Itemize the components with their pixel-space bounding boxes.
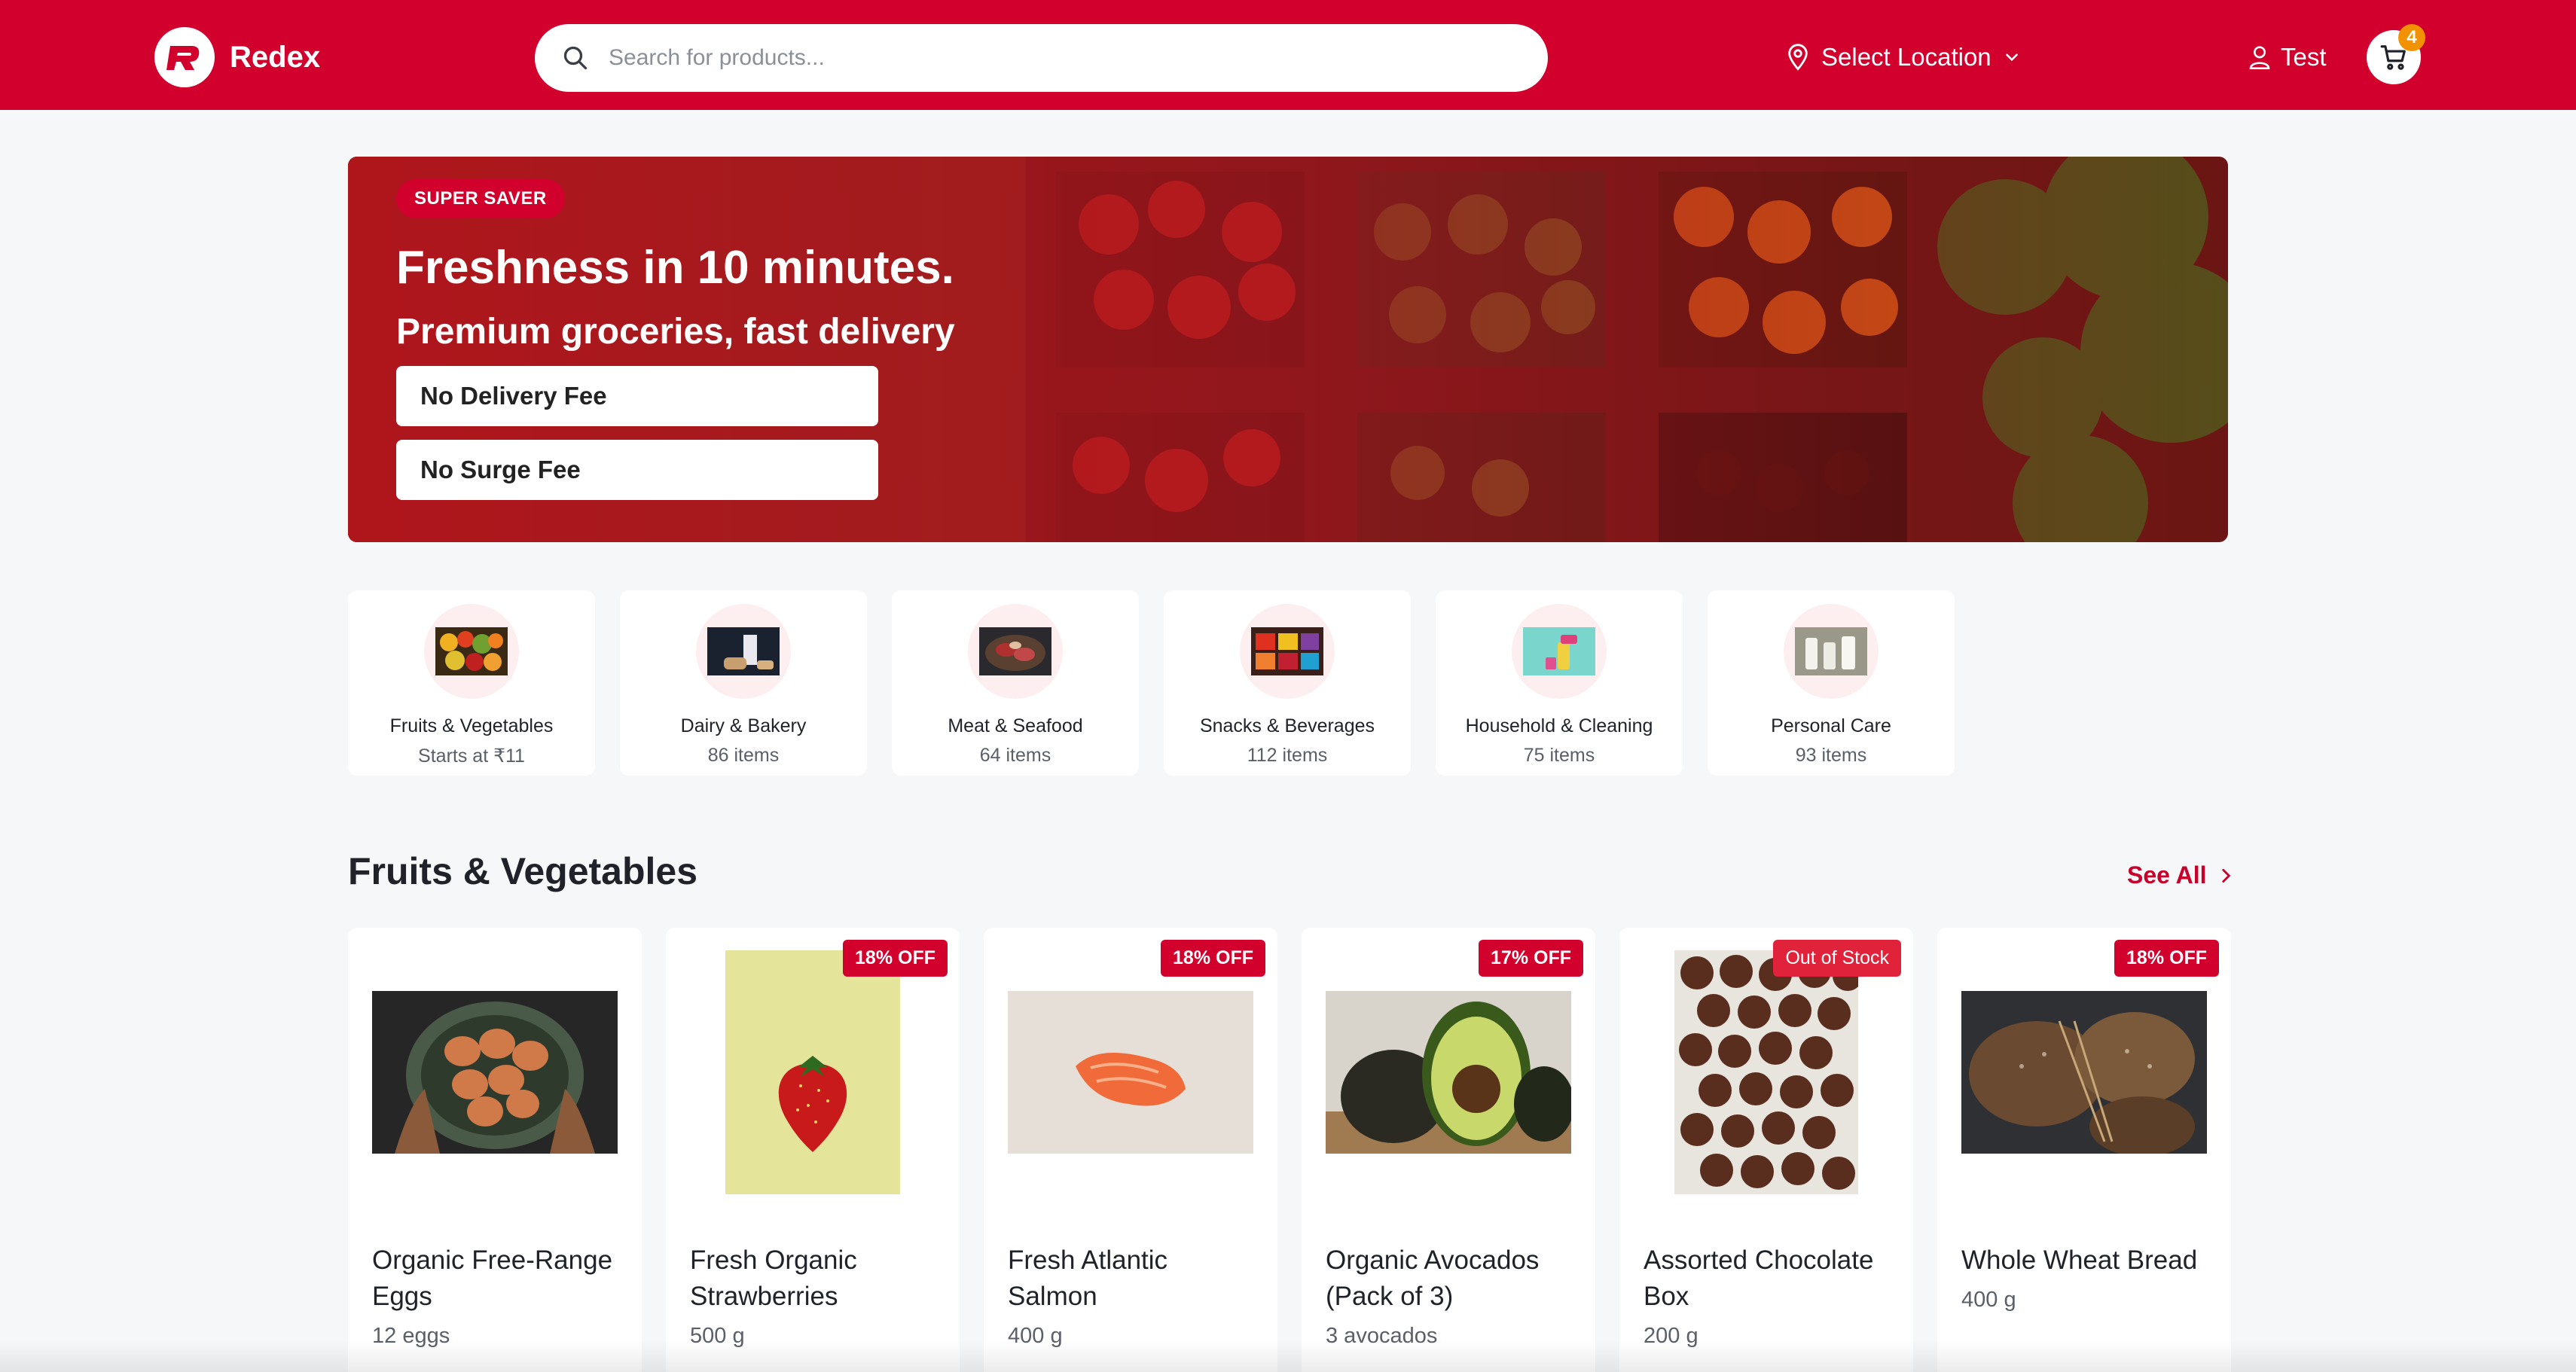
product-card[interactable]: Organic Free-Range Eggs 12 eggs	[348, 928, 642, 1372]
chocolate-box-image	[1674, 950, 1858, 1194]
product-card[interactable]: Out of Stock Assorted Chocolate Box 200 …	[1619, 928, 1913, 1372]
product-card[interactable]: 18% OFF Fresh Atlantic Salmon 400 g	[984, 928, 1277, 1372]
product-info: Fresh Organic Strawberries 500 g	[690, 1242, 939, 1351]
category-count: 93 items	[1795, 745, 1867, 766]
category-count: 64 items	[979, 745, 1051, 766]
category-snacks-beverages[interactable]: Snacks & Beverages 112 items	[1164, 590, 1411, 776]
category-count: Starts at ₹11	[418, 745, 525, 767]
product-card[interactable]: 17% OFF Organic Avocados (Pack of 3) 3 a…	[1302, 928, 1595, 1372]
product-info: Assorted Chocolate Box 200 g	[1644, 1242, 1892, 1351]
super-saver-tag: SUPER SAVER	[396, 179, 565, 218]
personal-care-image	[1784, 604, 1879, 699]
category-count: 112 items	[1247, 745, 1328, 766]
category-name: Snacks & Beverages	[1199, 715, 1375, 736]
household-cleaning-image	[1512, 604, 1607, 699]
brand-logo[interactable]: Redex	[154, 27, 320, 87]
see-all-label: See All	[2127, 861, 2207, 889]
product-list: Organic Free-Range Eggs 12 eggs 18% OFF …	[348, 928, 2231, 1372]
location-label: Select Location	[1821, 43, 1992, 71]
section-title: Fruits & Vegetables	[348, 850, 698, 892]
category-count: 86 items	[707, 745, 780, 766]
discount-badge: 18% OFF	[1161, 940, 1265, 977]
user-icon	[2249, 46, 2270, 69]
logo-icon	[154, 27, 215, 87]
search-bar[interactable]	[535, 24, 1548, 92]
map-pin-icon	[1788, 44, 1808, 71]
eggs-image	[372, 991, 618, 1154]
top-header: Redex Select Location Test 4	[0, 0, 2576, 110]
category-name: Dairy & Bakery	[680, 715, 807, 736]
product-card[interactable]: 18% OFF Whole Wheat Bread 400 g	[1937, 928, 2231, 1372]
category-name: Meat & Seafood	[948, 715, 1083, 736]
category-name: Household & Cleaning	[1465, 715, 1653, 736]
bottom-shadow	[0, 1340, 2576, 1372]
discount-badge: 17% OFF	[1479, 940, 1583, 977]
search-icon	[563, 46, 588, 70]
product-name: Assorted Chocolate Box	[1644, 1245, 1874, 1311]
fruits-vegetables-image	[424, 604, 519, 699]
discount-badge: 18% OFF	[843, 940, 948, 977]
feature-no-surge-fee: No Surge Fee	[396, 440, 878, 500]
location-selector[interactable]: Select Location	[1785, 36, 2022, 78]
category-count: 75 items	[1523, 745, 1595, 766]
salmon-image	[1008, 991, 1253, 1154]
feature-no-delivery-fee: No Delivery Fee	[396, 366, 878, 426]
discount-badge: 18% OFF	[2114, 940, 2219, 977]
strawberries-image	[725, 950, 900, 1194]
product-name: Organic Free-Range Eggs	[372, 1245, 613, 1311]
product-info: Whole Wheat Bread 400 g	[1961, 1242, 2210, 1315]
product-name: Whole Wheat Bread	[1961, 1245, 2198, 1275]
hero-content: SUPER SAVER Freshness in 10 minutes. Pre…	[396, 179, 955, 500]
chevron-right-icon	[2221, 868, 2230, 883]
product-info: Organic Avocados (Pack of 3) 3 avocados	[1326, 1242, 1574, 1351]
chevron-down-icon	[2005, 53, 2018, 62]
product-name: Fresh Organic Strawberries	[690, 1245, 857, 1311]
category-personal-care[interactable]: Personal Care 93 items	[1708, 590, 1955, 776]
product-name: Organic Avocados (Pack of 3)	[1326, 1245, 1540, 1311]
category-list: Fruits & Vegetables Starts at ₹11 Dairy …	[348, 590, 1955, 776]
category-name: Fruits & Vegetables	[389, 715, 554, 736]
category-fruits-vegetables[interactable]: Fruits & Vegetables Starts at ₹11	[348, 590, 595, 776]
avocados-image	[1326, 991, 1571, 1154]
product-name: Fresh Atlantic Salmon	[1008, 1245, 1168, 1311]
bread-image	[1961, 991, 2207, 1154]
user-name: Test	[2281, 43, 2327, 71]
category-household-cleaning[interactable]: Household & Cleaning 75 items	[1436, 590, 1683, 776]
meat-seafood-image	[968, 604, 1063, 699]
product-card[interactable]: 18% OFF Fresh Organic Strawberries 500 g	[666, 928, 960, 1372]
category-name: Personal Care	[1771, 715, 1891, 736]
snacks-beverages-image	[1240, 604, 1335, 699]
category-meat-seafood[interactable]: Meat & Seafood 64 items	[892, 590, 1139, 776]
see-all-link[interactable]: See All	[2127, 861, 2236, 889]
product-quantity: 400 g	[1961, 1288, 2016, 1312]
search-input[interactable]	[609, 45, 1475, 71]
hero-subtitle: Premium groceries, fast delivery	[396, 312, 955, 352]
product-info: Fresh Atlantic Salmon 400 g	[1008, 1242, 1256, 1351]
cart-count-badge: 4	[2398, 24, 2425, 51]
out-of-stock-badge: Out of Stock	[1773, 940, 1901, 977]
dairy-bakery-image	[696, 604, 791, 699]
hero-title: Freshness in 10 minutes.	[396, 242, 954, 294]
brand-name: Redex	[230, 40, 321, 74]
product-info: Organic Free-Range Eggs 12 eggs	[372, 1242, 621, 1351]
user-menu[interactable]: Test	[2248, 36, 2327, 78]
category-dairy-bakery[interactable]: Dairy & Bakery 86 items	[620, 590, 867, 776]
hero-banner: SUPER SAVER Freshness in 10 minutes. Pre…	[348, 157, 2228, 542]
